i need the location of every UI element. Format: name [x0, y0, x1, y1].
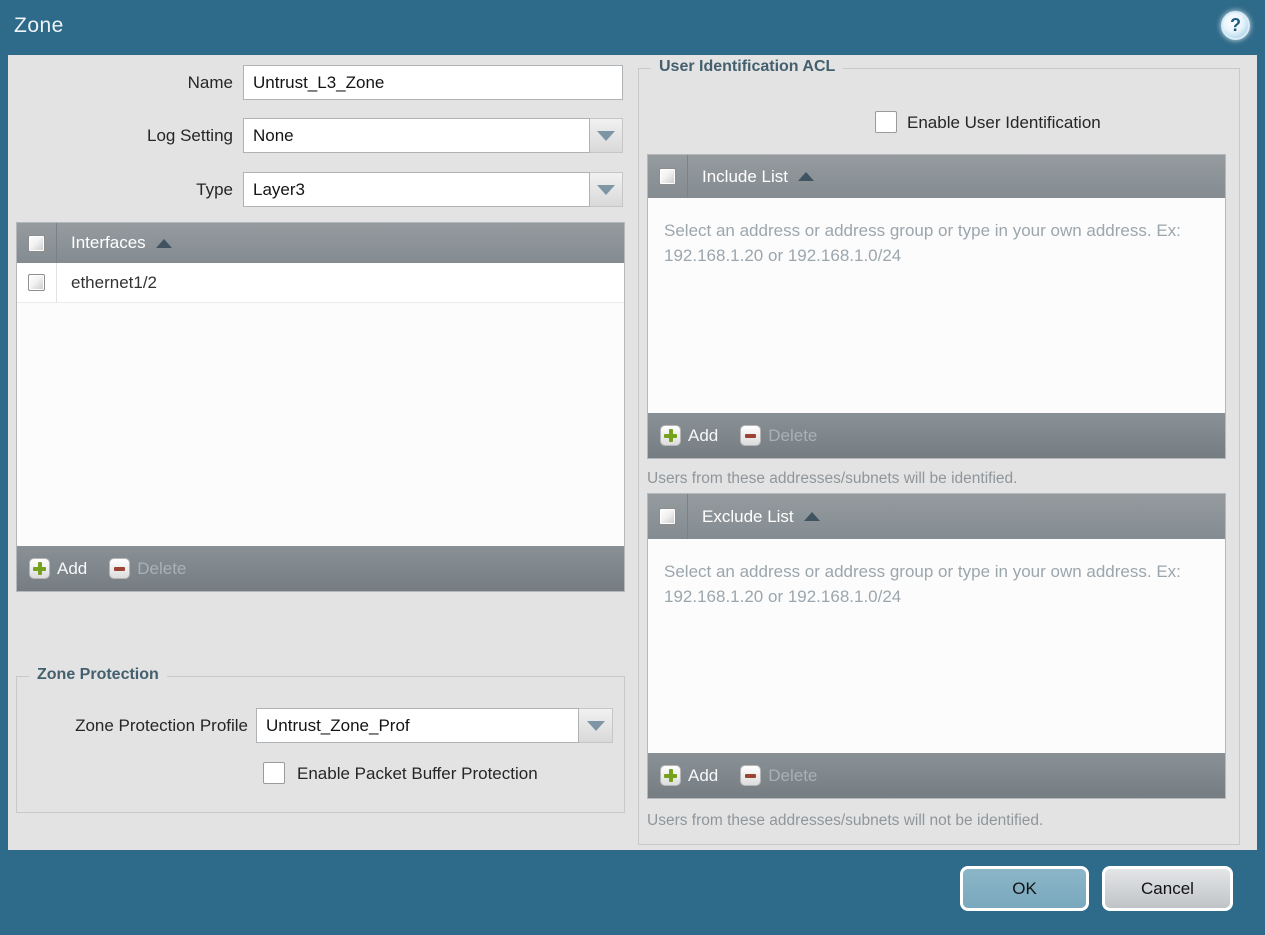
dialog-titlebar: Zone ?: [0, 0, 1265, 55]
delete-button[interactable]: Delete: [740, 425, 817, 446]
delete-button-label: Delete: [768, 765, 818, 785]
question-mark-glyph: ?: [1230, 15, 1241, 35]
exclude-list-toolbar: Add Delete: [648, 753, 1225, 798]
minus-icon: [740, 765, 762, 786]
interfaces-table-toolbar: Add Delete: [17, 546, 624, 591]
add-button-label: Add: [688, 425, 719, 445]
user-identification-legend: User Identification ACL: [651, 58, 844, 76]
cancel-button-label: Cancel: [1141, 878, 1194, 898]
add-button-label: Add: [688, 765, 719, 785]
include-list-body[interactable]: Select an address or address group or ty…: [648, 198, 1225, 413]
zone-protection-profile-dropdown-button[interactable]: [579, 708, 613, 743]
plus-icon: [660, 765, 681, 786]
interfaces-table-body: ethernet1/2: [17, 263, 624, 546]
exclude-list-column-header[interactable]: Exclude List: [702, 507, 794, 527]
exclude-list-header[interactable]: Exclude List: [648, 494, 1225, 539]
log-setting-value[interactable]: None: [243, 118, 590, 153]
exclude-list-table: Exclude List Select an address or addres…: [647, 493, 1226, 799]
add-button[interactable]: Add: [660, 425, 718, 446]
minus-icon: [109, 558, 131, 579]
zone-protection-legend: Zone Protection: [29, 666, 167, 684]
name-label: Name: [187, 73, 233, 92]
include-list-toolbar: Add Delete: [648, 413, 1225, 458]
type-label: Type: [196, 180, 233, 199]
log-setting-dropdown-button[interactable]: [590, 118, 623, 153]
enable-user-identification-label: Enable User Identification: [907, 113, 1101, 132]
log-setting-label: Log Setting: [146, 126, 233, 145]
exclude-list-placeholder: Select an address or address group or ty…: [664, 562, 1181, 606]
include-list-placeholder: Select an address or address group or ty…: [664, 221, 1181, 265]
chevron-down-icon: [586, 720, 605, 731]
packet-buffer-protection-label: Enable Packet Buffer Protection: [297, 764, 538, 783]
exclude-select-all-checkbox[interactable]: [659, 508, 676, 525]
zone-protection-profile-value[interactable]: Untrust_Zone_Prof: [256, 708, 579, 743]
type-select[interactable]: Layer3: [243, 172, 623, 207]
table-row[interactable]: ethernet1/2: [17, 263, 624, 303]
interfaces-select-all-checkbox[interactable]: [28, 234, 45, 252]
include-list-header[interactable]: Include List: [648, 155, 1225, 198]
name-input[interactable]: [243, 65, 623, 100]
plus-icon: [29, 558, 50, 579]
packet-buffer-protection-checkbox[interactable]: [263, 762, 285, 784]
zone-protection-profile-select[interactable]: Untrust_Zone_Prof: [256, 708, 613, 743]
exclude-list-body[interactable]: Select an address or address group or ty…: [648, 539, 1225, 753]
include-list-table: Include List Select an address or addres…: [647, 154, 1226, 459]
delete-button-label: Delete: [137, 558, 187, 578]
delete-button[interactable]: Delete: [740, 765, 817, 786]
interfaces-column-header[interactable]: Interfaces: [71, 233, 146, 253]
cancel-button[interactable]: Cancel: [1102, 866, 1233, 911]
sort-asc-icon: [155, 238, 172, 248]
log-setting-select[interactable]: None: [243, 118, 623, 153]
exclude-list-caption: Users from these addresses/subnets will …: [647, 812, 1044, 829]
delete-button[interactable]: Delete: [109, 558, 186, 579]
help-icon[interactable]: ?: [1221, 11, 1250, 40]
ok-button-label: OK: [1012, 878, 1037, 898]
user-identification-fieldset: User Identification ACL Enable User Iden…: [638, 58, 1240, 845]
include-select-all-cell: [648, 155, 688, 198]
include-select-all-checkbox[interactable]: [659, 168, 676, 185]
enable-user-identification-checkbox[interactable]: [875, 111, 897, 133]
exclude-select-all-cell: [648, 494, 688, 539]
chevron-down-icon: [597, 130, 615, 141]
add-button-label: Add: [57, 558, 88, 578]
type-value[interactable]: Layer3: [243, 172, 590, 207]
ok-button[interactable]: OK: [960, 866, 1089, 911]
interfaces-table: Interfaces ethernet1/2 Add Delete: [16, 222, 625, 592]
sort-asc-icon: [798, 172, 814, 181]
interfaces-select-all-cell: [17, 223, 57, 263]
include-list-column-header[interactable]: Include List: [702, 167, 788, 187]
zone-protection-profile-label: Zone Protection Profile: [75, 716, 248, 735]
add-button[interactable]: Add: [660, 765, 718, 786]
delete-button-label: Delete: [768, 425, 818, 445]
row-checkbox[interactable]: [28, 274, 45, 291]
interface-name: ethernet1/2: [71, 272, 158, 292]
include-list-caption: Users from these addresses/subnets will …: [647, 470, 1018, 487]
type-dropdown-button[interactable]: [590, 172, 623, 207]
add-button[interactable]: Add: [29, 558, 87, 579]
interfaces-table-header[interactable]: Interfaces: [17, 223, 624, 263]
row-checkbox-cell: [17, 263, 57, 302]
dialog-title: Zone: [14, 14, 64, 37]
zone-protection-fieldset: Zone Protection Zone Protection Profile …: [16, 666, 625, 813]
sort-asc-icon: [803, 512, 820, 521]
plus-icon: [660, 425, 681, 446]
chevron-down-icon: [597, 184, 615, 195]
dialog-body-panel: Name Log Setting None Type Layer3 Interf…: [8, 55, 1257, 850]
minus-icon: [740, 425, 762, 446]
